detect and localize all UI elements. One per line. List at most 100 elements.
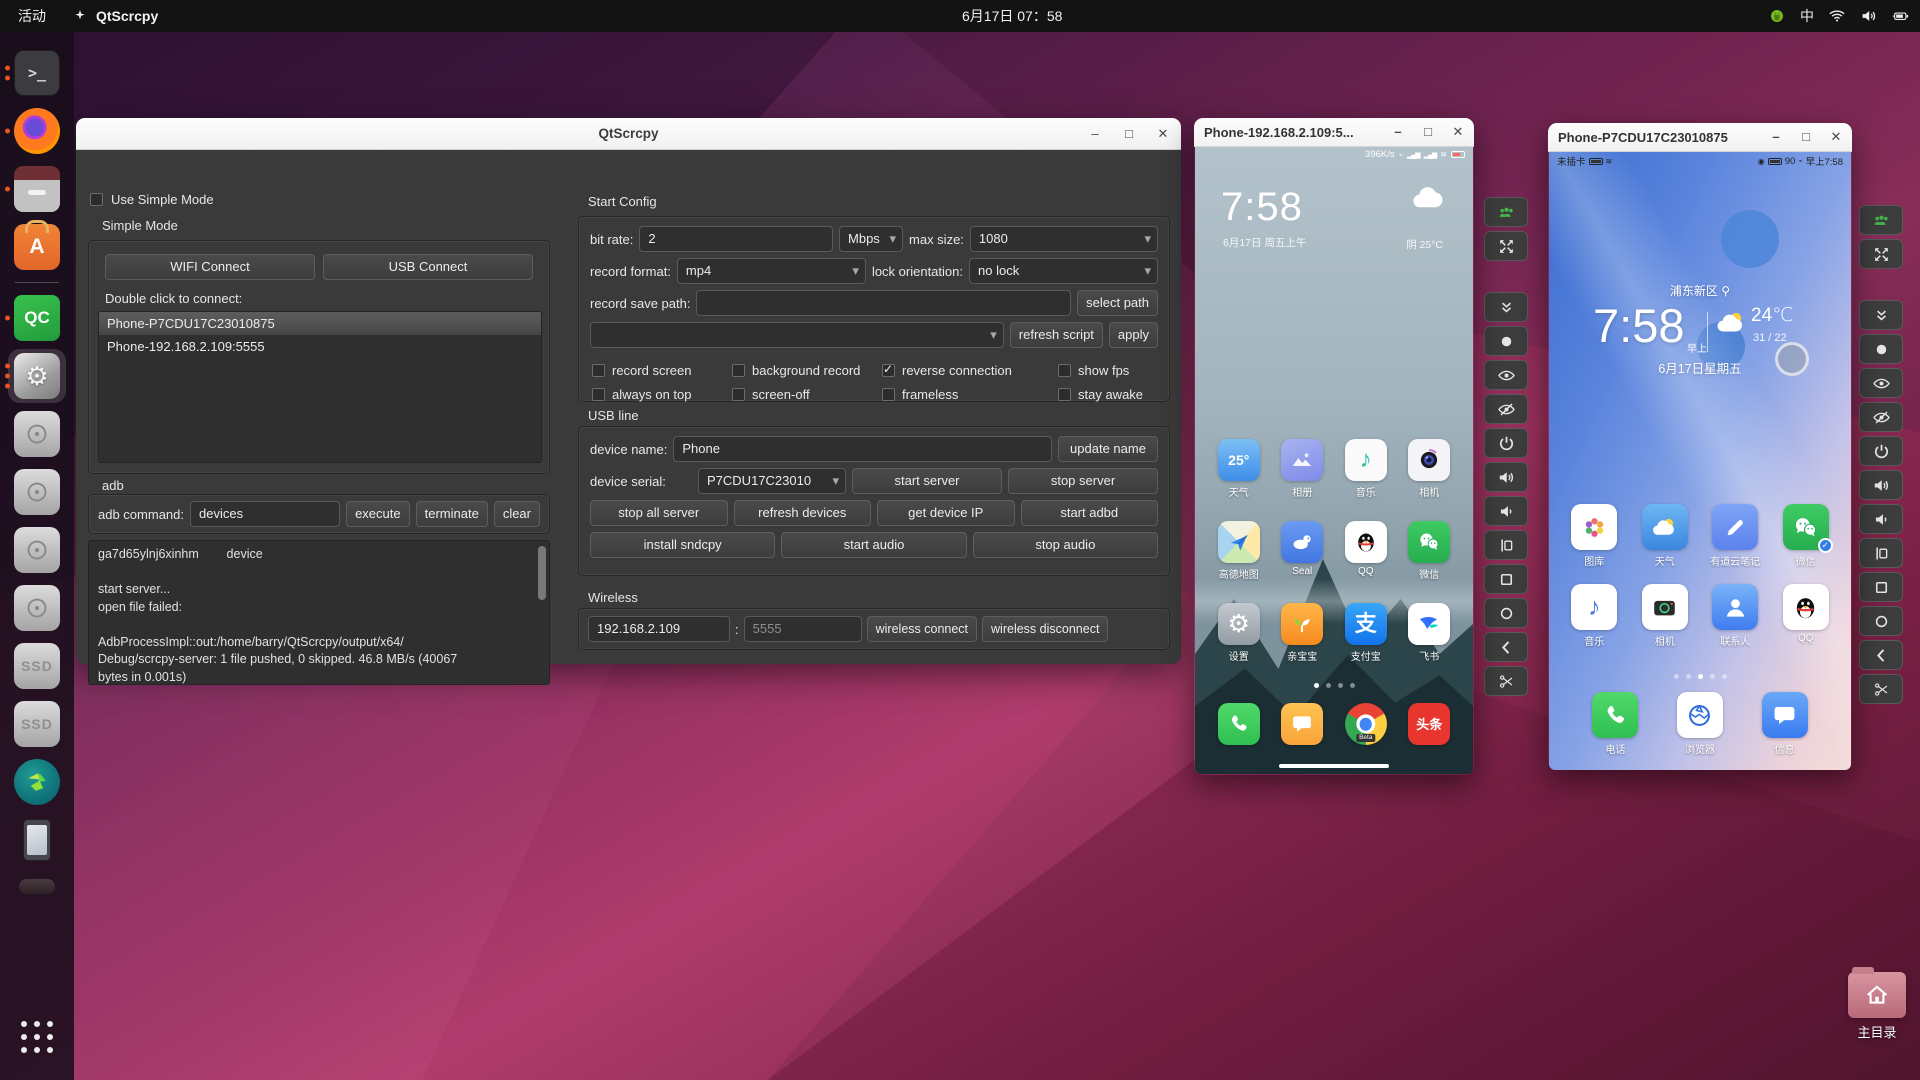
app-图库[interactable]: 图库 xyxy=(1559,504,1630,568)
screen-off-checkbox[interactable] xyxy=(732,388,745,401)
start-audio-button[interactable]: start audio xyxy=(781,532,967,558)
start-server-button[interactable]: start server xyxy=(852,468,1002,494)
app-短信[interactable] xyxy=(1271,703,1335,745)
battery-icon[interactable] xyxy=(1892,7,1910,25)
phone1-titlebar[interactable]: Phone-192.168.2.109:5... – □ ✕ xyxy=(1194,118,1474,147)
refresh-script-button[interactable]: refresh script xyxy=(1009,322,1103,348)
app-电话[interactable]: 电话 xyxy=(1573,692,1658,756)
app-天气[interactable]: 天气 xyxy=(1630,504,1701,568)
maximize-icon[interactable]: □ xyxy=(1121,126,1137,142)
phone2-titlebar[interactable]: Phone-P7CDU17C23010875 – □ ✕ xyxy=(1548,123,1852,152)
app-头条[interactable]: 头条 xyxy=(1398,703,1462,745)
clear-button[interactable]: clear xyxy=(493,501,540,527)
background-record-checkbox[interactable] xyxy=(732,364,745,377)
device-serial-combo[interactable]: P7CDU17C23010 xyxy=(698,468,846,494)
app-相册[interactable]: 相册 xyxy=(1271,439,1335,499)
install-sndcpy-button[interactable]: install sndcpy xyxy=(590,532,776,558)
wireless-connect-button[interactable]: wireless connect xyxy=(866,616,978,642)
qtscrcpy-titlebar[interactable]: QtScrcpy – □ ✕ xyxy=(76,118,1181,150)
dock-item-ubuntu-software[interactable]: A xyxy=(0,218,74,276)
back-button[interactable] xyxy=(1484,632,1528,662)
volume-up-button[interactable] xyxy=(1859,470,1903,500)
fullscreen-button[interactable] xyxy=(1859,239,1903,269)
stay-awake-checkbox[interactable] xyxy=(1058,388,1071,401)
adb-command-input[interactable]: devices xyxy=(190,501,341,527)
dock-item-remote-app[interactable] xyxy=(0,753,74,811)
dock-item-ssd-2[interactable]: SSD xyxy=(0,695,74,753)
device-list-item[interactable]: Phone-192.168.2.109:5555 xyxy=(99,335,541,358)
execute-button[interactable]: execute xyxy=(346,501,410,527)
back-button[interactable] xyxy=(1859,640,1903,670)
device-name-input[interactable]: Phone xyxy=(673,436,1052,462)
system-tray[interactable]: 中 xyxy=(1768,0,1910,32)
wireless-port-input[interactable]: 5555 xyxy=(743,616,862,642)
maximize-icon[interactable]: □ xyxy=(1420,124,1436,140)
minimize-icon[interactable]: – xyxy=(1768,129,1784,145)
maximize-icon[interactable]: □ xyxy=(1798,129,1814,145)
minimize-icon[interactable]: – xyxy=(1390,124,1406,140)
app-Chrome[interactable]: Beta xyxy=(1334,703,1398,745)
bit-rate-unit-combo[interactable]: Mbps xyxy=(839,226,904,252)
focused-app-menu[interactable]: QtScrcpy xyxy=(72,8,158,24)
dock-item-phone-device[interactable] xyxy=(0,811,74,869)
app-switch-button[interactable] xyxy=(1859,538,1903,568)
stop-all-server-button[interactable]: stop all server xyxy=(590,500,728,526)
collapse-button[interactable] xyxy=(1484,292,1528,322)
app-QQ[interactable]: QQ xyxy=(1334,521,1398,581)
dock-item-disk-1[interactable] xyxy=(0,405,74,463)
app-QQ[interactable]: QQ xyxy=(1771,584,1842,648)
close-icon[interactable]: ✕ xyxy=(1450,124,1466,140)
app-相机[interactable]: 相机 xyxy=(1398,439,1462,499)
dock-item-disk-3[interactable] xyxy=(0,521,74,579)
assistive-ball[interactable] xyxy=(1775,342,1809,376)
app-有道云笔记[interactable]: 有道云笔记 xyxy=(1700,504,1771,568)
app-Seal[interactable]: Seal xyxy=(1271,521,1335,581)
app-支付宝[interactable]: 支支付宝 xyxy=(1334,603,1398,663)
dock-item-ssd-1[interactable]: SSD xyxy=(0,637,74,695)
wifi-connect-button[interactable]: WIFI Connect xyxy=(105,254,315,280)
app-音乐[interactable]: ♪ 音乐 xyxy=(1334,439,1398,499)
reverse-connection-checkbox[interactable] xyxy=(882,362,895,377)
dock-item-firefox[interactable] xyxy=(0,102,74,160)
dock-item-files[interactable] xyxy=(0,160,74,218)
device-list[interactable]: Phone-P7CDU17C23010875 Phone-192.168.2.10… xyxy=(98,311,542,463)
app-浏览器[interactable]: 浏览器 xyxy=(1658,692,1743,756)
dot-button[interactable] xyxy=(1484,326,1528,356)
home-circle-button[interactable] xyxy=(1859,606,1903,636)
scrollbar-thumb[interactable] xyxy=(538,546,546,600)
app-电话[interactable] xyxy=(1207,703,1271,745)
app-天气[interactable]: 25° 天气 xyxy=(1207,439,1271,499)
app-亲宝宝[interactable]: 亲宝宝 xyxy=(1271,603,1335,663)
dock-item-terminal[interactable]: >_ xyxy=(0,44,74,102)
app-微信[interactable]: 微信 xyxy=(1398,521,1462,581)
ime-icon[interactable]: 中 xyxy=(1800,6,1814,26)
dock-item-qtscrcpy-qc[interactable]: QC xyxy=(0,289,74,347)
power-button[interactable] xyxy=(1859,436,1903,466)
app-switch-button[interactable] xyxy=(1484,530,1528,560)
app-微信[interactable]: ✓ 微信 xyxy=(1771,504,1842,568)
power-button[interactable] xyxy=(1484,428,1528,458)
dot-button[interactable] xyxy=(1859,334,1903,364)
bit-rate-input[interactable]: 2 xyxy=(639,226,834,252)
select-path-button[interactable]: select path xyxy=(1077,290,1158,316)
menu-square-button[interactable] xyxy=(1859,572,1903,602)
close-icon[interactable]: ✕ xyxy=(1828,129,1844,145)
eye-button[interactable] xyxy=(1859,368,1903,398)
frameless-checkbox[interactable] xyxy=(882,388,895,401)
app-飞书[interactable]: 飞书 xyxy=(1398,603,1462,663)
app-相机[interactable]: 相机 xyxy=(1630,584,1701,648)
dock-item-settings[interactable]: ⚙ xyxy=(0,347,74,405)
app-设置[interactable]: ⚙ 设置 xyxy=(1207,603,1271,663)
home-directory-shortcut[interactable]: 主目录 xyxy=(1834,967,1920,1041)
use-simple-mode-checkbox[interactable] xyxy=(90,193,103,206)
scissors-button[interactable] xyxy=(1484,666,1528,696)
close-icon[interactable]: ✕ xyxy=(1155,126,1171,142)
minimize-icon[interactable]: – xyxy=(1087,126,1103,142)
script-combo[interactable] xyxy=(590,322,1004,348)
record-save-path-input[interactable] xyxy=(696,290,1072,316)
menu-square-button[interactable] xyxy=(1484,564,1528,594)
phone2-screen[interactable]: 未插卡 ≋ ◉ 90 ⌁ 早上7:58 浦东新区 ⚲ 7:58 早上 24℃ 3… xyxy=(1549,152,1851,770)
apply-button[interactable]: apply xyxy=(1108,322,1158,348)
update-name-button[interactable]: update name xyxy=(1058,436,1158,462)
collapse-button[interactable] xyxy=(1859,300,1903,330)
